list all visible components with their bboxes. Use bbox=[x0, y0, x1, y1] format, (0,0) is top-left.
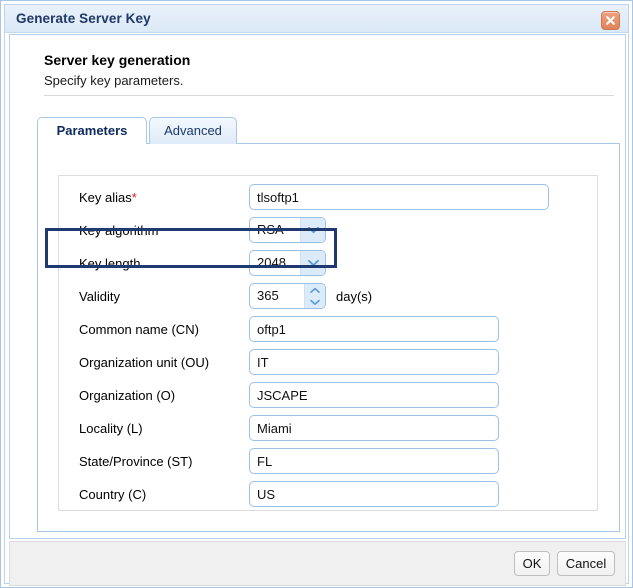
chevron-up-icon[interactable] bbox=[305, 284, 325, 296]
validity-value: 365 bbox=[257, 288, 279, 303]
label-validity: Validity bbox=[79, 289, 120, 304]
state-province-input[interactable] bbox=[249, 448, 499, 474]
parameters-form: Key alias* Key algorithm RSA bbox=[58, 175, 598, 511]
section-heading: Server key generation bbox=[44, 52, 191, 68]
validity-stepper-buttons bbox=[304, 284, 325, 308]
country-input[interactable] bbox=[249, 481, 499, 507]
form-row-key-alias: Key alias* bbox=[59, 182, 599, 215]
close-icon bbox=[606, 16, 615, 25]
section-subheading: Specify key parameters. bbox=[44, 73, 184, 88]
label-country: Country (C) bbox=[79, 487, 147, 502]
form-row-validity: Validity 365 day(s) bbox=[59, 281, 599, 314]
form-row-state-province: State/Province (ST) bbox=[59, 446, 599, 479]
key-length-select[interactable]: 2048 bbox=[249, 250, 326, 276]
key-alias-input[interactable] bbox=[249, 184, 549, 210]
tab-advanced-label: Advanced bbox=[164, 123, 222, 138]
label-organization: Organization (O) bbox=[79, 388, 176, 403]
ok-button[interactable]: OK bbox=[514, 551, 550, 576]
form-row-organization-unit: Organization unit (OU) bbox=[59, 347, 599, 380]
locality-input[interactable] bbox=[249, 415, 499, 441]
form-row-locality: Locality (L) bbox=[59, 413, 599, 446]
label-key-alias: Key alias* bbox=[79, 190, 137, 205]
organization-input[interactable] bbox=[249, 382, 499, 408]
common-name-input[interactable] bbox=[249, 316, 499, 342]
key-algorithm-select[interactable]: RSA bbox=[249, 217, 326, 243]
tab-advanced[interactable]: Advanced bbox=[149, 117, 237, 144]
label-key-length: Key length bbox=[79, 256, 141, 271]
chevron-down-glyph bbox=[310, 299, 320, 305]
form-row-organization: Organization (O) bbox=[59, 380, 599, 413]
form-row-common-name: Common name (CN) bbox=[59, 314, 599, 347]
chevron-down-glyph bbox=[307, 226, 319, 234]
dialog-window: Generate Server Key Server key generatio… bbox=[0, 0, 633, 588]
dialog-footer: OK Cancel bbox=[9, 541, 626, 586]
chevron-down-icon[interactable] bbox=[300, 218, 325, 242]
tab-panel-parameters: Key alias* Key algorithm RSA bbox=[37, 143, 620, 532]
dialog-title: Generate Server Key bbox=[16, 11, 151, 26]
validity-unit-label: day(s) bbox=[336, 289, 373, 304]
label-common-name: Common name (CN) bbox=[79, 322, 199, 337]
chevron-up-glyph bbox=[310, 287, 320, 293]
tab-parameters-label: Parameters bbox=[56, 123, 128, 138]
header-divider bbox=[44, 95, 614, 96]
key-length-value: 2048 bbox=[257, 255, 286, 270]
required-marker: * bbox=[131, 190, 137, 205]
dialog-window-inner: Generate Server Key Server key generatio… bbox=[4, 4, 629, 586]
chevron-down-icon[interactable] bbox=[305, 296, 325, 308]
form-row-country: Country (C) bbox=[59, 479, 599, 512]
label-state-province: State/Province (ST) bbox=[79, 454, 193, 469]
form-row-key-length: Key length 2048 bbox=[59, 248, 599, 281]
label-organization-unit: Organization unit (OU) bbox=[79, 355, 210, 370]
dialog-body: Server key generation Specify key parame… bbox=[9, 34, 626, 539]
key-algorithm-value: RSA bbox=[257, 222, 284, 237]
tab-parameters[interactable]: Parameters bbox=[37, 117, 147, 144]
label-key-algorithm: Key algorithm bbox=[79, 223, 159, 238]
organization-unit-input[interactable] bbox=[249, 349, 499, 375]
validity-stepper[interactable]: 365 bbox=[249, 283, 326, 309]
cancel-button[interactable]: Cancel bbox=[557, 551, 615, 576]
label-locality: Locality (L) bbox=[79, 421, 143, 436]
screenshot-root: Generate Server Key Server key generatio… bbox=[0, 0, 633, 588]
dialog-titlebar: Generate Server Key bbox=[5, 5, 628, 33]
form-row-key-algorithm: Key algorithm RSA bbox=[59, 215, 599, 248]
close-button[interactable] bbox=[601, 11, 620, 30]
chevron-down-glyph bbox=[307, 259, 319, 267]
tabstrip: Parameters Advanced bbox=[37, 117, 620, 144]
chevron-down-icon[interactable] bbox=[300, 251, 325, 275]
